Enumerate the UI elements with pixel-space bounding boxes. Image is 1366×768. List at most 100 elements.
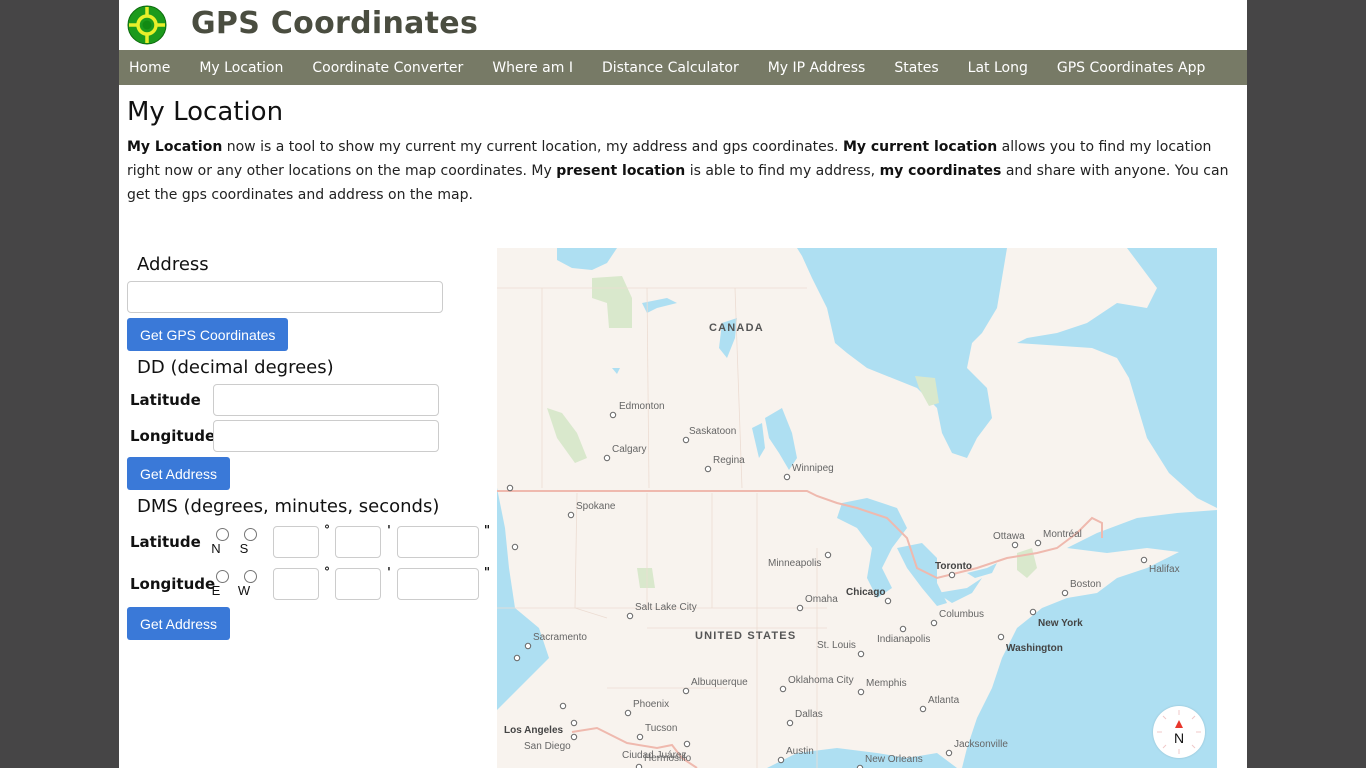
radio-north-input[interactable] bbox=[215, 528, 229, 541]
city-dot-halifax[interactable] bbox=[1140, 556, 1148, 564]
dms-get-address-button[interactable]: Get Address bbox=[127, 607, 231, 640]
city-label-toronto[interactable]: Toronto bbox=[935, 561, 972, 572]
radio-west-input[interactable] bbox=[243, 570, 257, 583]
nav-distance-calculator[interactable]: Distance Calculator bbox=[602, 60, 739, 76]
nav-where-am-i[interactable]: Where am I bbox=[492, 60, 573, 76]
city-label-calgary[interactable]: Calgary bbox=[612, 444, 646, 455]
city-dot-edmonton[interactable] bbox=[609, 411, 617, 419]
city-label-washington[interactable]: Washington bbox=[1006, 643, 1063, 654]
city-label-san-diego[interactable]: San Diego bbox=[524, 741, 571, 752]
lon-minutes-input[interactable] bbox=[335, 568, 381, 600]
radio-east[interactable]: E bbox=[212, 570, 231, 598]
city-label-columbus[interactable]: Columbus bbox=[939, 609, 984, 620]
city-dot-columbus[interactable] bbox=[930, 619, 938, 627]
city-label-edmonton[interactable]: Edmonton bbox=[619, 401, 665, 412]
city-label-new-orleans[interactable]: New Orleans bbox=[865, 754, 923, 765]
city-label-omaha[interactable]: Omaha bbox=[805, 594, 838, 605]
city-dot[interactable] bbox=[559, 702, 567, 710]
city-dot-austin[interactable] bbox=[777, 756, 785, 764]
city-label-phoenix[interactable]: Phoenix bbox=[633, 699, 669, 710]
city-dot-oklahoma-city[interactable] bbox=[779, 685, 787, 693]
crosshair-target-icon[interactable] bbox=[127, 5, 167, 45]
city-label-tucson[interactable]: Tucson bbox=[645, 723, 677, 734]
city-label-jacksonville[interactable]: Jacksonville bbox=[954, 739, 1008, 750]
city-dot-saskatoon[interactable] bbox=[682, 436, 690, 444]
radio-west[interactable]: W bbox=[238, 570, 259, 598]
city-label-austin[interactable]: Austin bbox=[786, 746, 814, 757]
city-dot-phoenix[interactable] bbox=[624, 709, 632, 717]
lon-degrees-input[interactable] bbox=[273, 568, 319, 600]
dd-get-address-button[interactable]: Get Address bbox=[127, 457, 231, 490]
lat-degrees-input[interactable] bbox=[273, 526, 319, 558]
city-dot-ciudad-ju-rez[interactable] bbox=[683, 740, 691, 748]
site-title[interactable]: GPS Coordinates bbox=[191, 6, 478, 41]
city-label-new-york[interactable]: New York bbox=[1038, 618, 1083, 629]
nav-my-location[interactable]: My Location bbox=[199, 60, 283, 76]
city-dot-boston[interactable] bbox=[1061, 589, 1069, 597]
dd-latitude-input[interactable] bbox=[213, 384, 439, 416]
compass-button[interactable]: N bbox=[1153, 706, 1205, 758]
city-label-memphis[interactable]: Memphis bbox=[866, 678, 907, 689]
city-label-dallas[interactable]: Dallas bbox=[795, 709, 823, 720]
city-dot-ottawa[interactable] bbox=[1011, 541, 1019, 549]
city-label-ottawa[interactable]: Ottawa bbox=[993, 531, 1025, 542]
city-label-hermosillo[interactable]: Hermosillo bbox=[644, 753, 692, 764]
nav-gps-coordinates-app[interactable]: GPS Coordinates App bbox=[1057, 60, 1205, 76]
city-dot-indianapolis[interactable] bbox=[899, 625, 907, 633]
nav-lat-long[interactable]: Lat Long bbox=[968, 60, 1028, 76]
city-dot-minneapolis[interactable] bbox=[824, 551, 832, 559]
city-label-indianapolis[interactable]: Indianapolis bbox=[877, 634, 930, 645]
city-dot-calgary[interactable] bbox=[603, 454, 611, 462]
city-dot-atlanta[interactable] bbox=[919, 705, 927, 713]
address-input[interactable] bbox=[127, 281, 443, 313]
city-label-saskatoon[interactable]: Saskatoon bbox=[689, 426, 736, 437]
nav-states[interactable]: States bbox=[894, 60, 938, 76]
city-dot[interactable] bbox=[513, 654, 521, 662]
city-label-oklahoma-city[interactable]: Oklahoma City bbox=[788, 675, 854, 686]
city-label-sacramento[interactable]: Sacramento bbox=[533, 632, 587, 643]
city-dot-albuquerque[interactable] bbox=[682, 687, 690, 695]
nav-my-ip-address[interactable]: My IP Address bbox=[768, 60, 866, 76]
city-label-los-angeles[interactable]: Los Angeles bbox=[504, 725, 564, 736]
city-dot-salt-lake-city[interactable] bbox=[626, 612, 634, 620]
map-canvas[interactable]: CANADA UNITED STATES Edmonton Saskatoon Ca… bbox=[497, 248, 1217, 768]
city-dot-dallas[interactable] bbox=[786, 719, 794, 727]
city-label-atlanta[interactable]: Atlanta bbox=[928, 695, 960, 706]
city-label-halifax[interactable]: Halifax bbox=[1149, 564, 1180, 575]
city-dot-san-diego[interactable] bbox=[570, 733, 578, 741]
city-label-spokane[interactable]: Spokane bbox=[576, 501, 616, 512]
city-label-montr-al[interactable]: Montréal bbox=[1043, 529, 1082, 540]
city-dot-sacramento[interactable] bbox=[524, 642, 532, 650]
city-label-winnipeg[interactable]: Winnipeg bbox=[792, 463, 834, 474]
city-label-minneapolis[interactable]: Minneapolis bbox=[768, 558, 821, 569]
city-label-chicago[interactable]: Chicago bbox=[846, 587, 885, 598]
radio-south[interactable]: S bbox=[240, 528, 259, 556]
city-dot-montr-al[interactable] bbox=[1034, 539, 1042, 547]
lat-minutes-input[interactable] bbox=[335, 526, 381, 558]
lon-seconds-input[interactable] bbox=[397, 568, 479, 600]
city-label-albuquerque[interactable]: Albuquerque bbox=[691, 677, 748, 688]
city-dot-hermosillo[interactable] bbox=[635, 763, 643, 768]
city-dot-tucson[interactable] bbox=[636, 733, 644, 741]
city-dot-memphis[interactable] bbox=[857, 688, 865, 696]
city-dot-los-angeles[interactable] bbox=[570, 719, 578, 727]
lat-seconds-input[interactable] bbox=[397, 526, 479, 558]
city-label-regina[interactable]: Regina bbox=[713, 455, 745, 466]
nav-home[interactable]: Home bbox=[129, 60, 170, 76]
city-label-salt-lake-city[interactable]: Salt Lake City bbox=[635, 602, 697, 613]
city-dot-omaha[interactable] bbox=[796, 604, 804, 612]
map-view[interactable]: CANADA UNITED STATES Edmonton Saskatoon Ca… bbox=[497, 248, 1217, 768]
dd-longitude-input[interactable] bbox=[213, 420, 439, 452]
radio-north[interactable]: N bbox=[211, 528, 231, 556]
city-dot[interactable] bbox=[511, 543, 519, 551]
city-label-boston[interactable]: Boston bbox=[1070, 579, 1101, 590]
city-dot-jacksonville[interactable] bbox=[945, 749, 953, 757]
get-gps-coordinates-button[interactable]: Get GPS Coordinates bbox=[127, 318, 289, 351]
city-dot-toronto[interactable] bbox=[948, 571, 956, 579]
city-label-st-louis[interactable]: St. Louis bbox=[817, 640, 856, 651]
city-dot-spokane[interactable] bbox=[567, 511, 575, 519]
city-dot[interactable] bbox=[506, 484, 514, 492]
city-dot-winnipeg[interactable] bbox=[783, 473, 791, 481]
city-dot-chicago[interactable] bbox=[884, 597, 892, 605]
nav-coordinate-converter[interactable]: Coordinate Converter bbox=[312, 60, 463, 76]
